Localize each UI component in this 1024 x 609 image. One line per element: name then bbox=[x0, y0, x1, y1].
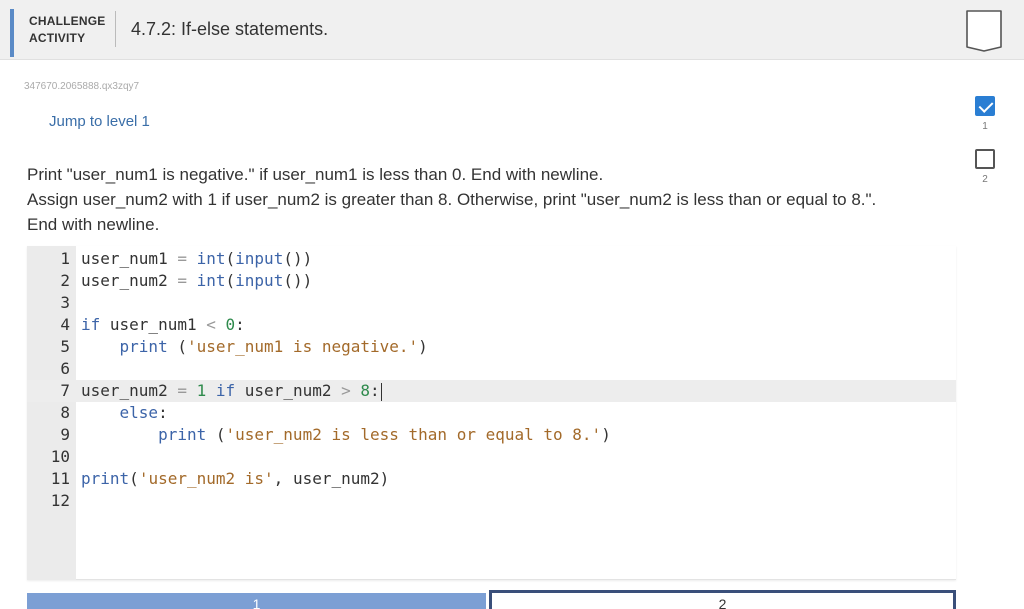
code-text[interactable]: print ('user_num2 is less than or equal … bbox=[81, 424, 611, 446]
line-number: 4 bbox=[60, 315, 70, 334]
activity-type-line1: CHALLENGE bbox=[29, 14, 106, 28]
line-number: 9 bbox=[60, 425, 70, 444]
empty-checkbox-icon bbox=[975, 149, 995, 169]
code-line[interactable]: 8 else: bbox=[27, 402, 956, 424]
instruction-line: End with newline. bbox=[27, 215, 160, 234]
instruction-line: Print "user_num1 is negative." if user_n… bbox=[27, 165, 604, 184]
activity-type-label: CHALLENGE ACTIVITY bbox=[29, 13, 105, 47]
code-line[interactable]: 10 bbox=[27, 446, 956, 468]
level-1-button[interactable]: 1 bbox=[27, 593, 486, 609]
code-editor[interactable]: 1 user_num1 = int(input()) 2 user_num2 = in… bbox=[27, 246, 956, 580]
accent-bar bbox=[10, 9, 14, 57]
code-text[interactable]: user_num2 = 1 if user_num2 > 8: bbox=[81, 380, 382, 402]
code-text[interactable]: user_num2 = int(input()) bbox=[81, 270, 312, 292]
jump-to-level-link[interactable]: Jump to level 1 bbox=[49, 113, 150, 130]
line-number: 1 bbox=[60, 249, 70, 268]
activity-title: 4.7.2: If-else statements. bbox=[131, 19, 329, 39]
level-2-button[interactable]: 2 bbox=[489, 590, 956, 609]
level-number: 1 bbox=[982, 121, 988, 132]
line-number: 7 bbox=[60, 381, 70, 400]
code-text[interactable]: if user_num1 < 0: bbox=[81, 314, 245, 336]
code-line[interactable]: 12 bbox=[27, 490, 956, 512]
level-1-button-label: 1 bbox=[252, 596, 261, 609]
line-number: 2 bbox=[60, 271, 70, 290]
line-number: 11 bbox=[50, 469, 70, 488]
code-line[interactable]: 4 if user_num1 < 0: bbox=[27, 314, 956, 336]
code-text[interactable]: print ('user_num1 is negative.') bbox=[81, 336, 428, 358]
activity-header: CHALLENGE ACTIVITY 4.7.2: If-else statem… bbox=[0, 0, 1024, 60]
code-text[interactable]: user_num1 = int(input()) bbox=[81, 248, 312, 270]
activity-type-line2: ACTIVITY bbox=[29, 31, 86, 45]
line-number: 12 bbox=[50, 491, 70, 510]
checkmark-icon bbox=[975, 96, 995, 116]
line-number: 5 bbox=[60, 337, 70, 356]
level-indicator-1[interactable]: 1 bbox=[974, 96, 996, 132]
code-line[interactable]: 6 bbox=[27, 358, 956, 380]
text-cursor bbox=[380, 382, 382, 401]
line-number: 6 bbox=[60, 359, 70, 378]
instructions: Print "user_num1 is negative." if user_n… bbox=[27, 162, 957, 237]
code-text[interactable]: else: bbox=[81, 402, 168, 424]
level-indicator-2[interactable]: 2 bbox=[974, 149, 996, 185]
code-line[interactable]: 11 print('user_num2 is', user_num2) bbox=[27, 468, 956, 490]
code-line[interactable]: 5 print ('user_num1 is negative.') bbox=[27, 336, 956, 358]
code-line[interactable]: 3 bbox=[27, 292, 956, 314]
code-line[interactable]: 9 print ('user_num2 is less than or equa… bbox=[27, 424, 956, 446]
code-line[interactable]: 2 user_num2 = int(input()) bbox=[27, 270, 956, 292]
line-number: 8 bbox=[60, 403, 70, 422]
bookmark-icon[interactable] bbox=[966, 10, 1002, 52]
level-2-button-label: 2 bbox=[718, 596, 727, 609]
code-line[interactable]: 1 user_num1 = int(input()) bbox=[27, 248, 956, 270]
code-text[interactable]: print('user_num2 is', user_num2) bbox=[81, 468, 389, 490]
line-number: 10 bbox=[50, 447, 70, 466]
level-number: 2 bbox=[982, 174, 988, 185]
instruction-line: Assign user_num2 with 1 if user_num2 is … bbox=[27, 190, 877, 209]
activity-id: 347670.2065888.qx3zqy7 bbox=[24, 81, 140, 92]
line-number: 3 bbox=[60, 293, 70, 312]
code-line[interactable]: 7 user_num2 = 1 if user_num2 > 8: bbox=[27, 380, 956, 402]
header-divider bbox=[115, 11, 116, 47]
